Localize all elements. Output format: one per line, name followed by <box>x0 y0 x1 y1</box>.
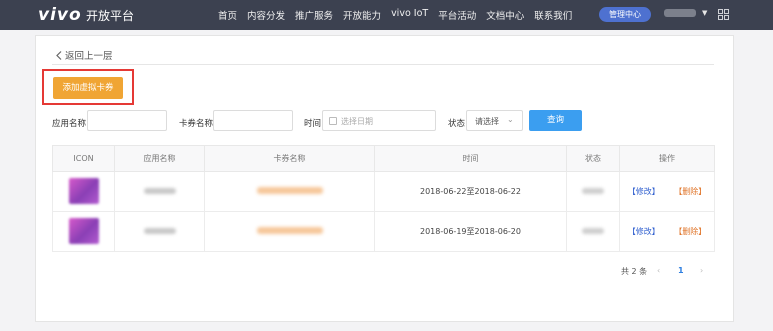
chevron-down-icon[interactable]: ▼ <box>702 9 707 17</box>
coupon-table: ICON 应用名称 卡券名称 时间 状态 操作 2018-06-22至2018-… <box>52 145 715 252</box>
add-virtual-coupon-button[interactable]: 添加虚拟卡券 <box>53 77 123 99</box>
nav-item-platform-events[interactable]: 平台活动 <box>438 8 476 22</box>
delete-link[interactable]: 【删除】 <box>674 187 706 196</box>
chevron-left-icon <box>56 51 62 60</box>
nav-item-docs[interactable]: 文档中心 <box>486 8 524 22</box>
back-link-label: 返回上一层 <box>65 51 113 62</box>
delete-link[interactable]: 【删除】 <box>674 227 706 236</box>
vivo-logo[interactable]: vivo <box>38 5 82 25</box>
main-content-card: 返回上一层 添加虚拟卡券 应用名称 卡券名称 时间 选择日期 状态 请选择 ⌄ … <box>35 35 734 322</box>
chevron-left-icon[interactable]: ‹ <box>657 266 660 275</box>
coupon-name-redacted <box>256 187 323 194</box>
col-header-icon: ICON <box>52 145 115 172</box>
pagination-page-current[interactable]: 1 <box>678 266 684 275</box>
col-header-actions: 操作 <box>619 145 715 172</box>
status-redacted <box>582 188 604 194</box>
coupon-icon-image <box>68 217 99 244</box>
top-navigation-bar: vivo 开放平台 首页 内容分发 推广服务 开放能力 vivo IoT 平台活… <box>0 0 773 30</box>
main-nav: 首页 内容分发 推广服务 开放能力 vivo IoT 平台活动 文档中心 联系我… <box>218 8 582 22</box>
app-name-input[interactable] <box>87 110 167 131</box>
app-name-redacted <box>143 228 176 234</box>
table-header-row: ICON 应用名称 卡券名称 时间 状态 操作 <box>52 145 715 172</box>
col-header-app-name: 应用名称 <box>114 145 205 172</box>
back-link[interactable]: 返回上一层 <box>56 48 113 62</box>
col-header-status: 状态 <box>566 145 620 172</box>
app-name-label: 应用名称 <box>52 119 87 129</box>
nav-item-promotion[interactable]: 推广服务 <box>295 8 333 22</box>
nav-item-open-capabilities[interactable]: 开放能力 <box>343 8 381 22</box>
status-redacted <box>582 228 604 234</box>
user-avatar-name-redacted[interactable] <box>664 9 696 17</box>
col-header-coupon-name: 卡券名称 <box>204 145 375 172</box>
pagination-total: 共 2 条 <box>621 267 648 276</box>
nav-item-contact[interactable]: 联系我们 <box>534 8 572 22</box>
coupon-icon-image <box>68 177 99 204</box>
time-label: 时间 <box>304 119 322 129</box>
date-placeholder: 选择日期 <box>341 117 373 126</box>
admin-center-button[interactable]: 管理中心 <box>599 7 651 22</box>
query-button[interactable]: 查询 <box>529 110 582 131</box>
edit-link[interactable]: 【修改】 <box>628 227 660 236</box>
chevron-right-icon[interactable]: › <box>700 266 703 275</box>
table-row: 2018-06-19至2018-06-20 【修改】 【删除】 <box>52 211 715 252</box>
coupon-name-redacted <box>256 227 323 234</box>
edit-link[interactable]: 【修改】 <box>628 187 660 196</box>
calendar-icon <box>329 117 337 125</box>
nav-item-home[interactable]: 首页 <box>218 8 237 22</box>
coupon-name-label: 卡券名称 <box>179 119 214 129</box>
divider <box>52 64 714 65</box>
nav-item-vivo-iot[interactable]: vivo IoT <box>391 8 428 22</box>
status-select[interactable]: 请选择 ⌄ <box>466 110 523 131</box>
status-label: 状态 <box>448 119 466 129</box>
app-grid-icon[interactable] <box>718 9 729 20</box>
logo-subtitle[interactable]: 开放平台 <box>86 7 134 24</box>
date-picker-input[interactable]: 选择日期 <box>322 110 436 131</box>
status-select-value: 请选择 <box>475 117 499 126</box>
coupon-name-input[interactable] <box>213 110 293 131</box>
col-header-time: 时间 <box>374 145 567 172</box>
row-time: 2018-06-19至2018-06-20 <box>374 211 567 252</box>
chevron-down-icon: ⌄ <box>507 115 514 124</box>
table-row: 2018-06-22至2018-06-22 【修改】 【删除】 <box>52 171 715 212</box>
app-name-redacted <box>143 188 176 194</box>
row-time: 2018-06-22至2018-06-22 <box>374 171 567 212</box>
nav-item-content-distribution[interactable]: 内容分发 <box>247 8 285 22</box>
